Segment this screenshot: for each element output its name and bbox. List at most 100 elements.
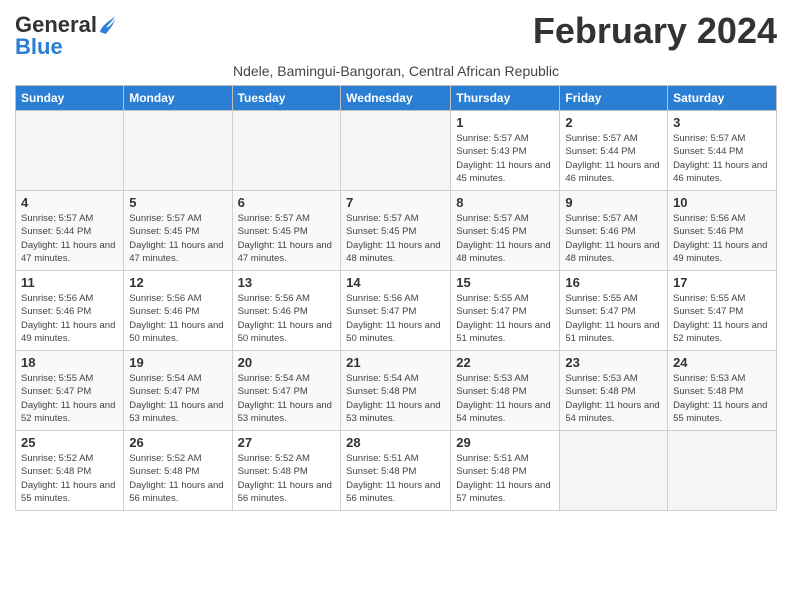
day-number: 1 [456, 115, 554, 130]
day-number: 14 [346, 275, 445, 290]
day-info: Sunrise: 5:57 AMSunset: 5:43 PMDaylight:… [456, 132, 554, 185]
calendar-cell: 28Sunrise: 5:51 AMSunset: 5:48 PMDayligh… [341, 431, 451, 511]
calendar-week-row: 25 Sunrise: 5:52 AMSunset: 5:48 PMDayligh… [16, 431, 777, 511]
day-info: Sunrise: 5:57 AMSunset: 5:44 PMDaylight:… [565, 132, 662, 185]
calendar-header-sunday: Sunday [16, 86, 124, 111]
day-number: 19 [129, 355, 226, 370]
day-number: 10 [673, 195, 771, 210]
day-number: 20 [238, 355, 336, 370]
calendar-table: SundayMondayTuesdayWednesdayThursdayFrid… [15, 85, 777, 511]
calendar-week-row: 11Sunrise: 5:56 AMSunset: 5:46 PMDayligh… [16, 271, 777, 351]
calendar-cell: 11Sunrise: 5:56 AMSunset: 5:46 PMDayligh… [16, 271, 124, 351]
day-number: 26 [129, 435, 226, 450]
calendar-week-row: 1 Sunrise: 5:57 AMSunset: 5:43 PMDaylight… [16, 111, 777, 191]
calendar-cell: 19 Sunrise: 5:54 AMSunset: 5:47 PMDayligh… [124, 351, 232, 431]
day-info: Sunrise: 5:55 AMSunset: 5:47 PMDaylight:… [673, 292, 771, 345]
day-info: Sunrise: 5:57 AMSunset: 5:45 PMDaylight:… [238, 212, 336, 265]
day-info: Sunrise: 5:55 AMSunset: 5:47 PMDaylight:… [21, 372, 118, 425]
day-number: 15 [456, 275, 554, 290]
day-info: Sunrise: 5:52 AMSunset: 5:48 PMDaylight:… [238, 452, 336, 505]
calendar-header-friday: Friday [560, 86, 668, 111]
logo-text-general: General [15, 14, 97, 36]
calendar-cell: 10 Sunrise: 5:56 AMSunset: 5:46 PMDayligh… [668, 191, 777, 271]
day-number: 13 [238, 275, 336, 290]
day-number: 3 [673, 115, 771, 130]
calendar-cell: 24Sunrise: 5:53 AMSunset: 5:48 PMDayligh… [668, 351, 777, 431]
title-area: February 2024 [533, 10, 777, 52]
day-info: Sunrise: 5:56 AMSunset: 5:46 PMDaylight:… [129, 292, 226, 345]
day-number: 21 [346, 355, 445, 370]
calendar-cell [560, 431, 668, 511]
calendar-cell: 22Sunrise: 5:53 AMSunset: 5:48 PMDayligh… [451, 351, 560, 431]
calendar-cell: 17 Sunrise: 5:55 AMSunset: 5:47 PMDayligh… [668, 271, 777, 351]
day-number: 2 [565, 115, 662, 130]
day-info: Sunrise: 5:51 AMSunset: 5:48 PMDaylight:… [346, 452, 445, 505]
logo-bird-icon [98, 14, 116, 36]
calendar-cell: 23 Sunrise: 5:53 AMSunset: 5:48 PMDayligh… [560, 351, 668, 431]
day-info: Sunrise: 5:53 AMSunset: 5:48 PMDaylight:… [565, 372, 662, 425]
calendar-cell: 8 Sunrise: 5:57 AMSunset: 5:45 PMDaylight… [451, 191, 560, 271]
calendar-cell: 1 Sunrise: 5:57 AMSunset: 5:43 PMDaylight… [451, 111, 560, 191]
logo-text-blue: Blue [15, 34, 63, 59]
calendar-header-wednesday: Wednesday [341, 86, 451, 111]
day-info: Sunrise: 5:57 AMSunset: 5:44 PMDaylight:… [21, 212, 118, 265]
day-info: Sunrise: 5:54 AMSunset: 5:47 PMDaylight:… [238, 372, 336, 425]
day-info: Sunrise: 5:52 AMSunset: 5:48 PMDaylight:… [21, 452, 118, 505]
day-info: Sunrise: 5:54 AMSunset: 5:47 PMDaylight:… [129, 372, 226, 425]
calendar-cell: 21 Sunrise: 5:54 AMSunset: 5:48 PMDayligh… [341, 351, 451, 431]
day-number: 16 [565, 275, 662, 290]
day-number: 24 [673, 355, 771, 370]
day-info: Sunrise: 5:57 AMSunset: 5:45 PMDaylight:… [456, 212, 554, 265]
logo: General Blue [15, 14, 116, 59]
calendar-header-monday: Monday [124, 86, 232, 111]
day-info: Sunrise: 5:52 AMSunset: 5:48 PMDaylight:… [129, 452, 226, 505]
day-info: Sunrise: 5:56 AMSunset: 5:47 PMDaylight:… [346, 292, 445, 345]
calendar-cell: 7Sunrise: 5:57 AMSunset: 5:45 PMDaylight… [341, 191, 451, 271]
calendar-cell: 29Sunrise: 5:51 AMSunset: 5:48 PMDayligh… [451, 431, 560, 511]
day-number: 9 [565, 195, 662, 210]
calendar-header-saturday: Saturday [668, 86, 777, 111]
calendar-cell [124, 111, 232, 191]
day-number: 4 [21, 195, 118, 210]
calendar-cell [668, 431, 777, 511]
calendar-cell: 25 Sunrise: 5:52 AMSunset: 5:48 PMDayligh… [16, 431, 124, 511]
calendar-cell: 5Sunrise: 5:57 AMSunset: 5:45 PMDaylight… [124, 191, 232, 271]
calendar-header-tuesday: Tuesday [232, 86, 341, 111]
day-info: Sunrise: 5:55 AMSunset: 5:47 PMDaylight:… [456, 292, 554, 345]
calendar-cell: 9 Sunrise: 5:57 AMSunset: 5:46 PMDaylight… [560, 191, 668, 271]
day-number: 23 [565, 355, 662, 370]
calendar-cell [232, 111, 341, 191]
calendar-cell: 6Sunrise: 5:57 AMSunset: 5:45 PMDaylight… [232, 191, 341, 271]
calendar-cell: 14 Sunrise: 5:56 AMSunset: 5:47 PMDayligh… [341, 271, 451, 351]
day-number: 12 [129, 275, 226, 290]
calendar-header-thursday: Thursday [451, 86, 560, 111]
day-info: Sunrise: 5:57 AMSunset: 5:45 PMDaylight:… [346, 212, 445, 265]
day-number: 8 [456, 195, 554, 210]
day-info: Sunrise: 5:55 AMSunset: 5:47 PMDaylight:… [565, 292, 662, 345]
calendar-body: 1 Sunrise: 5:57 AMSunset: 5:43 PMDaylight… [16, 111, 777, 511]
subtitle: Ndele, Bamingui-Bangoran, Central Africa… [15, 63, 777, 79]
page-header: General Blue February 2024 [15, 10, 777, 59]
day-number: 17 [673, 275, 771, 290]
calendar-cell: 4 Sunrise: 5:57 AMSunset: 5:44 PMDaylight… [16, 191, 124, 271]
calendar-cell [16, 111, 124, 191]
day-info: Sunrise: 5:56 AMSunset: 5:46 PMDaylight:… [21, 292, 118, 345]
calendar-cell: 27 Sunrise: 5:52 AMSunset: 5:48 PMDayligh… [232, 431, 341, 511]
day-info: Sunrise: 5:54 AMSunset: 5:48 PMDaylight:… [346, 372, 445, 425]
calendar-cell: 3 Sunrise: 5:57 AMSunset: 5:44 PMDaylight… [668, 111, 777, 191]
month-title: February 2024 [533, 10, 777, 52]
day-number: 29 [456, 435, 554, 450]
calendar-cell: 20 Sunrise: 5:54 AMSunset: 5:47 PMDayligh… [232, 351, 341, 431]
calendar-cell: 12 Sunrise: 5:56 AMSunset: 5:46 PMDayligh… [124, 271, 232, 351]
day-info: Sunrise: 5:57 AMSunset: 5:46 PMDaylight:… [565, 212, 662, 265]
day-number: 22 [456, 355, 554, 370]
calendar-cell: 2 Sunrise: 5:57 AMSunset: 5:44 PMDaylight… [560, 111, 668, 191]
day-number: 27 [238, 435, 336, 450]
calendar-cell: 15 Sunrise: 5:55 AMSunset: 5:47 PMDayligh… [451, 271, 560, 351]
calendar-cell: 13Sunrise: 5:56 AMSunset: 5:46 PMDayligh… [232, 271, 341, 351]
calendar-cell [341, 111, 451, 191]
day-number: 25 [21, 435, 118, 450]
calendar-week-row: 4 Sunrise: 5:57 AMSunset: 5:44 PMDaylight… [16, 191, 777, 271]
day-info: Sunrise: 5:56 AMSunset: 5:46 PMDaylight:… [673, 212, 771, 265]
day-info: Sunrise: 5:57 AMSunset: 5:44 PMDaylight:… [673, 132, 771, 185]
